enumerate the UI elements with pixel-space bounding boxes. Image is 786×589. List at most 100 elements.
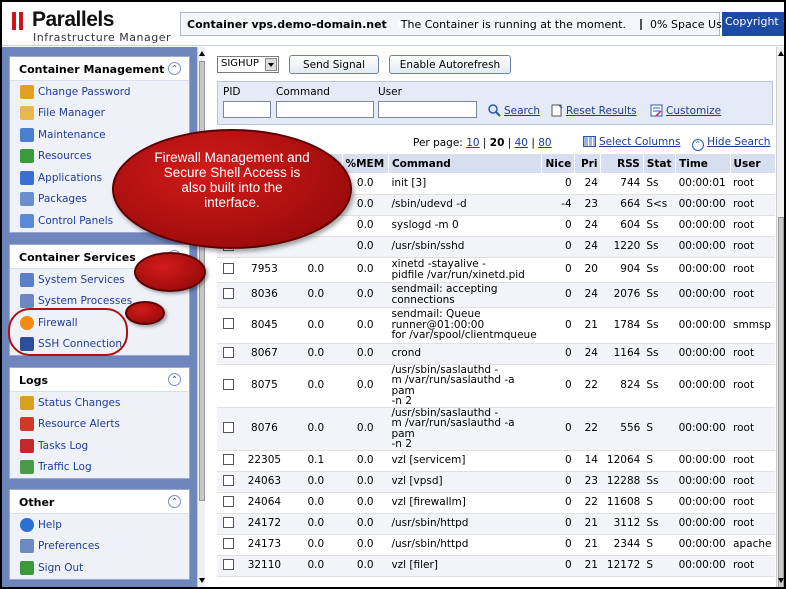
scroll-down-icon[interactable]	[199, 578, 205, 583]
cell-time: 00:00:00	[675, 282, 731, 308]
row-checkbox[interactable]	[222, 318, 234, 330]
column-header[interactable]: Time	[675, 154, 731, 173]
select-columns-link[interactable]: Select Columns	[599, 136, 680, 148]
table-row[interactable]: 7953 0.0 0.0 xinetd -stayalive - pidfile /v…	[217, 257, 775, 283]
table-row[interactable]: 8067 0.0 0.0 crond 0 24 1164 Ss 00:00:00 root	[217, 343, 775, 365]
cell-rss: 824	[600, 364, 644, 408]
per-page-label: Per page:	[413, 137, 463, 149]
sidebar-item-file-manager[interactable]: File Manager	[10, 103, 189, 125]
row-checkbox[interactable]	[222, 287, 234, 299]
collapse-icon[interactable]: ⌃	[168, 373, 181, 386]
scroll-thumb[interactable]	[778, 217, 784, 587]
row-checkbox[interactable]	[222, 346, 234, 358]
sidebar-item-status-changes[interactable]: Status Changes	[10, 392, 189, 414]
collapse-icon[interactable]: ⌃	[168, 62, 181, 75]
column-header[interactable]: Stat	[643, 154, 677, 173]
customize-link[interactable]: Customize	[650, 104, 721, 117]
cell-pct-mem: 0.0	[342, 364, 389, 408]
column-header[interactable]: RSS	[600, 154, 644, 173]
sidebar-item-label: Resource Alerts	[38, 418, 120, 431]
cell-pri: 21	[574, 307, 601, 344]
row-checkbox[interactable]	[222, 495, 234, 507]
send-signal-button[interactable]: Send Signal	[289, 55, 379, 74]
column-header[interactable]: Pri	[574, 154, 602, 173]
row-checkbox[interactable]	[222, 558, 234, 570]
sidebar-item-label: Tasks Log	[38, 439, 89, 452]
table-row[interactable]: 24173 0.0 0.0/usr/sbin/httpd 0 21 2344 S 00:00:…	[217, 534, 775, 556]
cell-user: root	[730, 173, 775, 195]
sidebar-item-resource-alerts[interactable]: Resource Alerts	[10, 414, 189, 436]
row-checkbox[interactable]	[222, 378, 234, 390]
table-row[interactable]: 24063 0.0 0.0 vzl [vpsd] 0 23 12288 Ss 00:00:00 r…	[217, 471, 775, 493]
copyright: Copyright © 1	[722, 12, 784, 36]
sidebar-item-label: File Manager	[38, 107, 105, 120]
sidebar-item-help[interactable]: Help	[10, 514, 189, 536]
cell-nice: 0	[541, 471, 575, 493]
search-icon	[488, 104, 501, 117]
cell-command: sendmail: Queue runner@01:00:00 for /var…	[388, 307, 542, 344]
cell-pct-cpu: 0.0	[289, 307, 343, 344]
collapse-icon[interactable]: ⌃	[168, 495, 181, 508]
panel-title: Logs	[19, 374, 48, 387]
cell-user: root	[730, 364, 775, 408]
table-row[interactable]: 0.0/usr/sbin/sshd 0 24 1220 Ss 00:00:00 root	[217, 236, 775, 258]
signal-select[interactable]: SIGHUP	[217, 56, 279, 73]
sidebar-item-traffic-log[interactable]: Traffic Log	[10, 457, 189, 479]
cell-pct-cpu: 0.0	[289, 555, 343, 577]
table-row[interactable]: 24064 0.0 0.0 vzl [firewallm] 0 22 11608 S 00:00…	[217, 492, 775, 514]
per-page-80[interactable]: 80	[538, 137, 551, 149]
table-row[interactable]: 8036 0.0 0.0 sendmail: accepting connection…	[217, 282, 775, 308]
sidebar-item-preferences[interactable]: Preferences	[10, 536, 189, 558]
cell-rss: 3112	[600, 513, 644, 535]
user-label: User	[378, 86, 402, 98]
table-row[interactable]: 32110 0.0 0.0 vzl [filer] 0 21 12172 S 00:00:00 r…	[217, 555, 775, 577]
sidebar-item-sign-out[interactable]: Sign Out	[10, 557, 189, 579]
cell-time: 00:00:00	[675, 364, 731, 408]
column-header[interactable]: Command	[388, 154, 543, 173]
main-scrollbar[interactable]	[776, 47, 784, 587]
sidebar-item-change-password[interactable]: Change Password	[10, 81, 189, 103]
table-row[interactable]: 8076 0.0 0.0/usr/sbin/saslauthd - m /var/r…	[217, 407, 775, 451]
sidebar-item-label: System Services	[38, 273, 125, 286]
hide-search-link[interactable]: Hide Search	[707, 136, 770, 148]
user-input[interactable]	[378, 101, 477, 118]
column-header[interactable]: User	[730, 154, 775, 173]
per-page-40[interactable]: 40	[515, 137, 528, 149]
row-checkbox[interactable]	[222, 516, 234, 528]
enable-autorefresh-button[interactable]: Enable Autorefresh	[389, 55, 511, 74]
cell-rss: 1784	[600, 307, 644, 344]
search-link[interactable]: Search	[488, 104, 540, 117]
pid-input[interactable]	[223, 101, 271, 118]
row-checkbox[interactable]	[222, 262, 234, 274]
sidebar-scrollbar[interactable]	[197, 47, 205, 587]
per-page-10[interactable]: 10	[466, 137, 479, 149]
sidebar-item-label: Help	[38, 518, 62, 531]
row-checkbox[interactable]	[222, 421, 234, 433]
customize-label: Customize	[666, 105, 722, 117]
table-row[interactable]: 24172 0.0 0.0/usr/sbin/httpd 0 21 3112 Ss 00:00…	[217, 513, 775, 535]
row-checkbox[interactable]	[222, 453, 234, 465]
sidebar-item-label: Traffic Log	[38, 461, 92, 474]
cell-time: 00:00:00	[675, 343, 731, 365]
cell-time: 00:00:00	[675, 534, 731, 556]
cell-pri: 21	[574, 513, 601, 535]
scroll-up-icon[interactable]	[199, 51, 205, 56]
column-header[interactable]: %MEM	[342, 154, 389, 173]
sidebar-item-tasks-log[interactable]: Tasks Log	[10, 435, 189, 457]
scroll-up-icon[interactable]	[778, 51, 784, 56]
reset-results-link[interactable]: Reset Results	[550, 104, 637, 117]
cell-pri: 21	[574, 555, 601, 577]
processes-icon	[20, 294, 34, 309]
command-input[interactable]	[276, 101, 374, 118]
scroll-down-icon[interactable]	[778, 578, 784, 583]
table-row[interactable]: 22305 0.1 0.0 vzl [servicem] 0 14 12064 S 00:00:…	[217, 450, 775, 472]
cell-user: root	[730, 450, 775, 472]
sidebar-item-label: System Processes	[38, 295, 133, 308]
row-checkbox[interactable]	[222, 537, 234, 549]
container-status-bar: Container vps.demo-domain.net The Contai…	[180, 12, 736, 36]
table-row[interactable]: 8045 0.0 0.0 sendmail: Queue runner@01:00:0…	[217, 307, 775, 344]
chevron-down-icon[interactable]	[265, 58, 277, 71]
row-checkbox[interactable]	[222, 474, 234, 486]
column-header[interactable]: Nice	[541, 154, 576, 173]
table-row[interactable]: 8075 0.0 0.0/usr/sbin/saslauthd - m /var/r…	[217, 364, 775, 408]
